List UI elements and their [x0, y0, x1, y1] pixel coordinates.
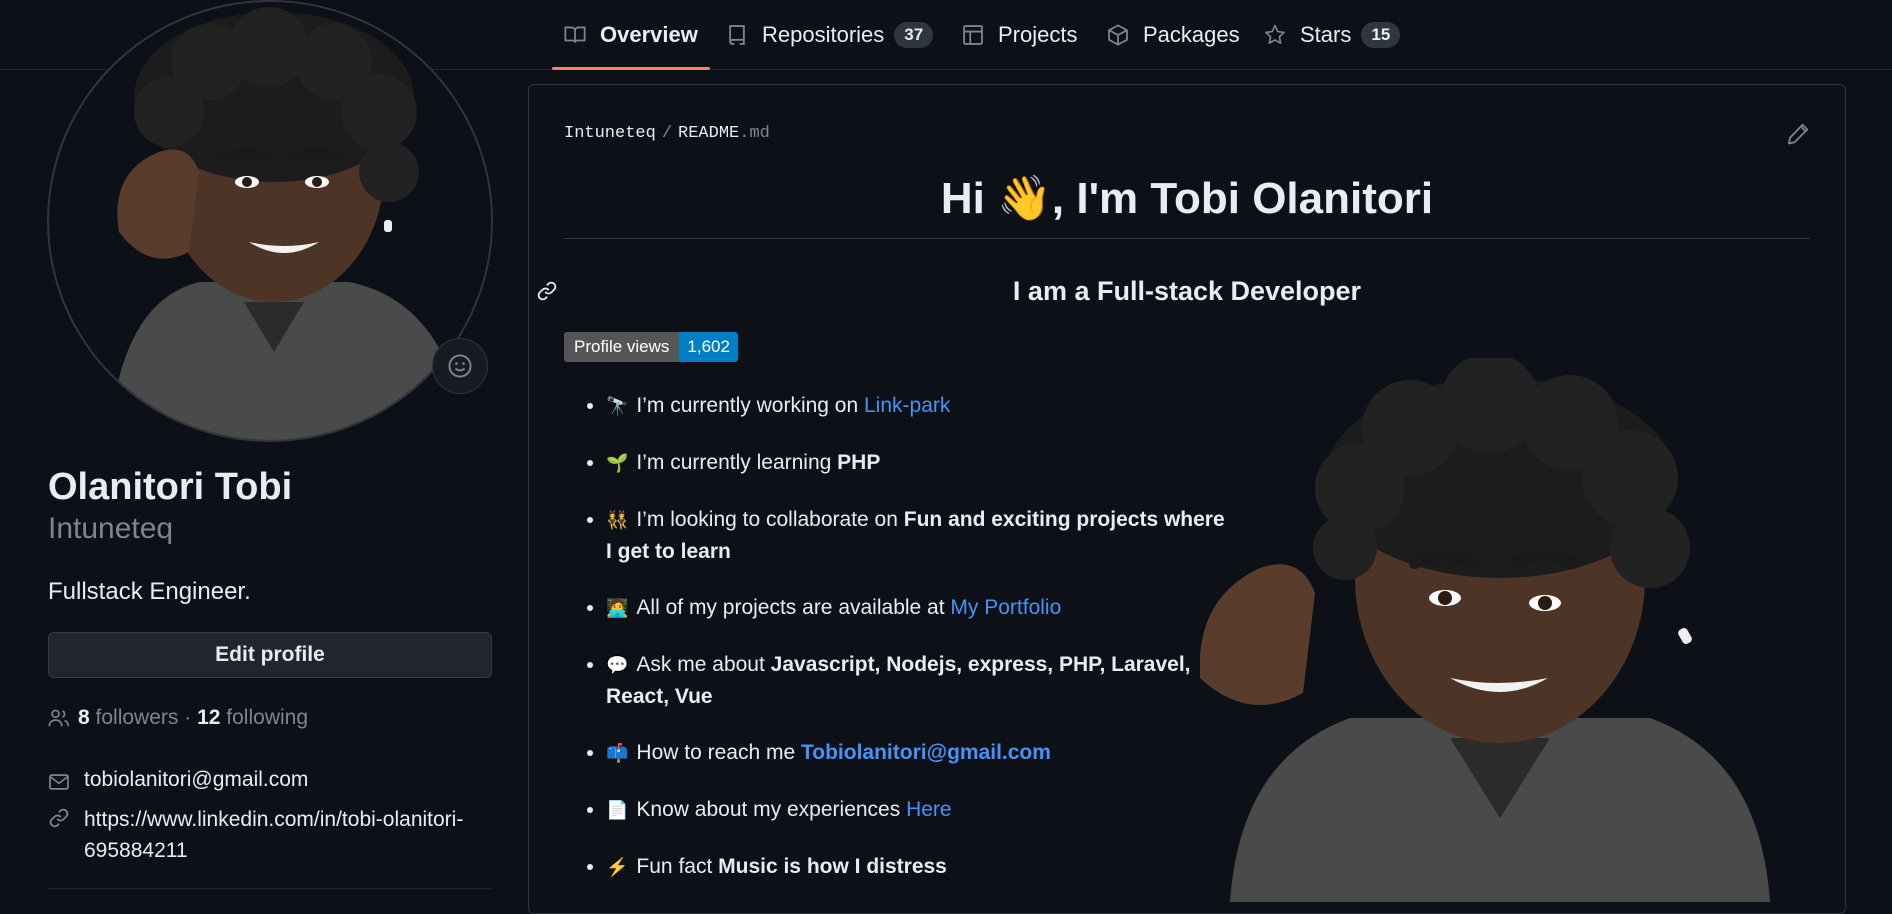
speech-bubble-icon: 💬: [606, 655, 629, 675]
list-item: 🌱 I’m currently learning PHP: [606, 447, 1226, 479]
table-icon: [962, 24, 984, 46]
link-icon: [48, 804, 74, 866]
profile-views-value: 1,602: [679, 332, 738, 362]
experiences-link[interactable]: Here: [906, 798, 952, 821]
list-item-text: How to reach me: [636, 741, 801, 764]
sidebar-divider: [48, 888, 492, 889]
list-item-text: Know about my experiences: [636, 798, 907, 821]
tab-stars[interactable]: Stars 15: [1264, 0, 1401, 70]
avatar[interactable]: [47, 0, 493, 442]
tab-repositories-label: Repositories: [762, 22, 885, 47]
followers-count: 8: [78, 706, 90, 729]
set-status-button[interactable]: [432, 338, 488, 394]
list-item: 🔭 I’m currently working on Link-park: [606, 390, 1226, 422]
list-item-text: Ask me about: [636, 653, 771, 676]
memoji-avatar-image: [51, 2, 491, 440]
tab-packages-label: Packages: [1143, 22, 1240, 47]
tab-stars-label: Stars: [1300, 22, 1352, 47]
list-item: 📄 Know about my experiences Here: [606, 794, 1226, 826]
list-item-text: I’m looking to collaborate on: [636, 508, 904, 531]
followers-link[interactable]: 8 followers: [78, 706, 178, 730]
repo-icon: [726, 24, 748, 46]
list-item: 🧑‍💻 All of my projects are available at M…: [606, 592, 1226, 624]
list-item: 💬Ask me about Javascript, Nodejs, expres…: [606, 649, 1226, 712]
tab-projects[interactable]: Projects: [962, 0, 1077, 70]
edit-readme-button[interactable]: [1786, 122, 1810, 146]
profile-email-row: tobiolanitori@gmail.com: [48, 768, 308, 799]
profile-email-link[interactable]: tobiolanitori@gmail.com: [84, 768, 308, 799]
list-item-text: I’m currently working on: [636, 394, 864, 417]
list-item-bold: Music is how I distress: [718, 855, 947, 878]
readme-breadcrumb: Intuneteq / README.md: [564, 124, 770, 143]
memoji-illustration: [1200, 358, 1770, 902]
book-icon: [564, 24, 586, 46]
telescope-icon: 🔭: [606, 396, 629, 416]
tab-projects-label: Projects: [998, 22, 1078, 47]
tab-overview-label: Overview: [600, 22, 698, 47]
profile-views-label: Profile views: [564, 332, 680, 362]
stars-count-badge: 15: [1361, 22, 1401, 48]
breadcrumb-separator: /: [661, 124, 673, 143]
list-item: ⚡ Fun fact Music is how I distress: [606, 851, 1226, 883]
following-count: 12: [197, 706, 221, 729]
profile-website-line2: 695884211: [84, 839, 188, 862]
list-item-bold: PHP: [837, 451, 881, 474]
profile-bio: Fullstack Engineer.: [48, 578, 251, 605]
profile-website-line1: https://www.linkedin.com/in/tobi-olanito…: [84, 808, 464, 831]
pencil-icon: [1787, 123, 1809, 145]
heading-anchor-link[interactable]: [536, 280, 558, 302]
readme-file-ext: .md: [739, 124, 770, 143]
package-icon: [1107, 24, 1129, 46]
link-icon: [537, 281, 557, 301]
list-item: 👯I’m looking to collaborate on Fun and e…: [606, 504, 1226, 567]
readme-heading: Hi 👋, I'm Tobi Olanitori: [564, 172, 1810, 224]
mail-icon: [48, 768, 74, 799]
profile-website-row: https://www.linkedin.com/in/tobi-olanito…: [48, 804, 463, 866]
list-item-text: All of my projects are available at: [636, 596, 951, 619]
list-item-text: Fun fact: [636, 855, 719, 878]
readme-heading-post: , I'm Tobi Olanitori: [1051, 174, 1434, 223]
profile-username: Intuneteq: [48, 512, 174, 545]
email-link[interactable]: Tobiolanitori@gmail.com: [801, 741, 1051, 764]
waving-hand-icon: 👋: [997, 174, 1052, 223]
follow-stats: 8 followers · 12 following: [48, 706, 308, 730]
readme-list: 🔭 I’m currently working on Link-park 🌱 I’m…: [564, 390, 1226, 908]
people-icon: [48, 707, 74, 729]
tab-repositories[interactable]: Repositories 37: [726, 0, 934, 70]
star-icon: [1264, 24, 1286, 46]
profile-name: Olanitori Tobi: [48, 466, 293, 508]
edit-profile-button[interactable]: Edit profile: [48, 632, 492, 678]
profile-views-badge: Profile views 1,602: [564, 332, 738, 362]
seedling-icon: 🌱: [606, 453, 629, 473]
link-park-link[interactable]: Link-park: [864, 394, 950, 417]
readme-subheading: I am a Full-stack Developer: [1012, 276, 1362, 306]
readme-file-name: README: [678, 124, 740, 143]
technologist-icon: 🧑‍💻: [606, 598, 629, 618]
readme-owner-link[interactable]: Intuneteq: [564, 124, 656, 143]
readme-heading-pre: Hi: [940, 174, 998, 223]
repositories-count-badge: 37: [894, 22, 934, 48]
mailbox-icon: 📫: [606, 743, 629, 763]
follow-separator: ·: [184, 706, 192, 729]
lightning-icon: ⚡: [606, 857, 629, 877]
people-with-bunny-ears-icon: 👯: [606, 510, 629, 530]
portfolio-link[interactable]: My Portfolio: [950, 596, 1061, 619]
tab-overview[interactable]: Overview: [552, 0, 710, 70]
list-item: 📫 How to reach me Tobiolanitori@gmail.com: [606, 737, 1226, 769]
followers-label: followers: [95, 706, 179, 729]
tab-packages[interactable]: Packages: [1107, 0, 1240, 70]
document-icon: 📄: [606, 800, 629, 820]
following-link[interactable]: 12 following: [197, 706, 308, 730]
profile-website-link[interactable]: https://www.linkedin.com/in/tobi-olanito…: [84, 804, 463, 866]
heading-divider: [564, 238, 1810, 239]
following-label: following: [226, 706, 309, 729]
smiley-icon: [448, 354, 472, 378]
list-item-text: I’m currently learning: [636, 451, 838, 474]
